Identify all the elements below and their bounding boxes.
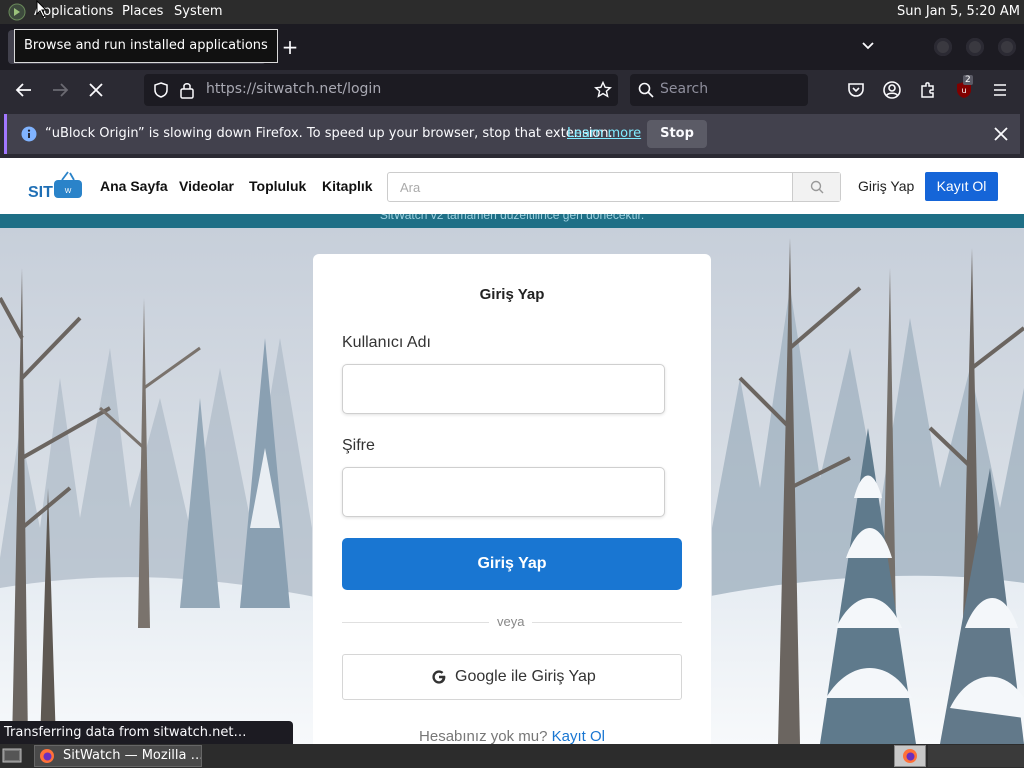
search-bar[interactable]: Search <box>630 74 808 106</box>
password-label: Şifre <box>342 437 375 454</box>
site-search-placeholder: Ara <box>400 180 421 195</box>
mouse-cursor-icon <box>36 0 48 18</box>
forward-arrow-icon[interactable] <box>50 80 70 100</box>
hamburger-menu-icon[interactable] <box>990 80 1010 100</box>
clock[interactable]: Sun Jan 5, 5:20 AM <box>897 4 1020 19</box>
svg-text:u: u <box>961 86 966 95</box>
tracking-protection-shield-icon[interactable] <box>152 81 170 99</box>
list-all-tabs-icon[interactable] <box>858 36 878 56</box>
maximize-button[interactable] <box>966 38 984 56</box>
sitwatch-logo[interactable]: SIT W <box>28 170 84 202</box>
distro-logo-icon[interactable] <box>8 3 26 21</box>
nav-library[interactable]: Kitaplık <box>322 178 373 194</box>
minimize-button[interactable] <box>934 38 952 56</box>
header-register-button[interactable]: Kayıt Ol <box>925 172 998 201</box>
firefox-icon <box>903 749 917 763</box>
bookmark-star-icon[interactable] <box>594 81 612 99</box>
login-submit-button[interactable]: Giriş Yap <box>342 538 682 590</box>
learn-more-link[interactable]: Learn more <box>567 126 641 141</box>
workspace-1[interactable] <box>894 745 926 767</box>
announcement-bar: SitWatch v2 tamamen düzeltilince geri dö… <box>0 214 1024 228</box>
taskbar-window-title: SitWatch — Mozilla … <box>63 748 202 763</box>
os-top-panel: Applications Places System Sun Jan 5, 5:… <box>0 0 1024 24</box>
svg-text:SIT: SIT <box>28 184 53 201</box>
search-placeholder: Search <box>660 81 709 97</box>
username-input[interactable] <box>342 364 665 414</box>
site-header: SIT W Ana Sayfa Videolar Topluluk Kitapl… <box>0 158 1024 214</box>
close-notification-icon[interactable] <box>993 126 1009 142</box>
lock-icon[interactable] <box>179 81 195 99</box>
header-login-link[interactable]: Giriş Yap <box>858 178 914 194</box>
pocket-icon[interactable] <box>846 80 866 100</box>
web-content: SIT W Ana Sayfa Videolar Topluluk Kitapl… <box>0 158 1024 744</box>
search-icon <box>638 82 654 98</box>
workspace-2[interactable] <box>928 745 1024 767</box>
stop-loading-icon[interactable] <box>86 80 106 100</box>
divider-or-text: veya <box>489 614 533 629</box>
url-path: /login <box>342 81 382 97</box>
new-tab-button[interactable]: + <box>278 34 302 60</box>
nav-community[interactable]: Topluluk <box>249 178 306 194</box>
ublock-origin-button[interactable]: u 2 <box>954 75 974 100</box>
url-text[interactable]: https://sitwatch.net/login <box>206 81 381 97</box>
login-card: Giriş Yap Kullanıcı Adı Şifre Giriş Yap … <box>313 254 711 744</box>
site-search-button[interactable] <box>792 173 840 201</box>
ublock-badge: 2 <box>963 75 973 85</box>
show-desktop-icon[interactable] <box>2 748 22 764</box>
nav-home[interactable]: Ana Sayfa <box>100 178 168 194</box>
navigation-toolbar: https://sitwatch.net/login Search u 2 <box>0 70 1024 110</box>
no-account-text: Hesabınız yok mu? <box>419 728 548 744</box>
url-host: https://sitwatch.net <box>206 81 343 97</box>
places-menu[interactable]: Places <box>122 4 163 19</box>
username-label: Kullanıcı Adı <box>342 334 431 351</box>
nav-videos[interactable]: Videolar <box>179 178 234 194</box>
notification-message: “uBlock Origin” is slowing down Firefox.… <box>45 126 613 141</box>
account-icon[interactable] <box>882 80 902 100</box>
svg-text:W: W <box>65 188 72 195</box>
url-bar[interactable]: https://sitwatch.net/login <box>144 74 618 106</box>
back-arrow-icon[interactable] <box>14 80 34 100</box>
site-search-input[interactable]: Ara <box>387 172 841 202</box>
applications-tooltip: Browse and run installed applications <box>14 29 278 63</box>
os-taskbar: SitWatch — Mozilla … <box>0 744 1024 768</box>
google-login-button[interactable]: Google ile Giriş Yap <box>342 654 682 700</box>
firefox-icon <box>40 749 54 763</box>
extensions-puzzle-icon[interactable] <box>918 80 938 100</box>
system-menu[interactable]: System <box>174 4 222 19</box>
notification-bar: “uBlock Origin” is slowing down Firefox.… <box>4 114 1020 154</box>
google-icon <box>432 670 446 684</box>
no-account-prompt: Hesabınız yok mu? Kayıt Ol <box>313 728 711 744</box>
taskbar-firefox-window[interactable]: SitWatch — Mozilla … <box>34 745 202 767</box>
login-title: Giriş Yap <box>479 286 545 303</box>
google-login-label: Google ile Giriş Yap <box>455 668 596 685</box>
close-window-button[interactable] <box>998 38 1016 56</box>
register-link[interactable]: Kayıt Ol <box>552 728 605 744</box>
info-icon <box>21 126 37 142</box>
status-bar: Transferring data from sitwatch.net… <box>0 721 293 744</box>
search-icon <box>810 180 824 194</box>
password-input[interactable] <box>342 467 665 517</box>
stop-extension-button[interactable]: Stop <box>647 120 707 148</box>
